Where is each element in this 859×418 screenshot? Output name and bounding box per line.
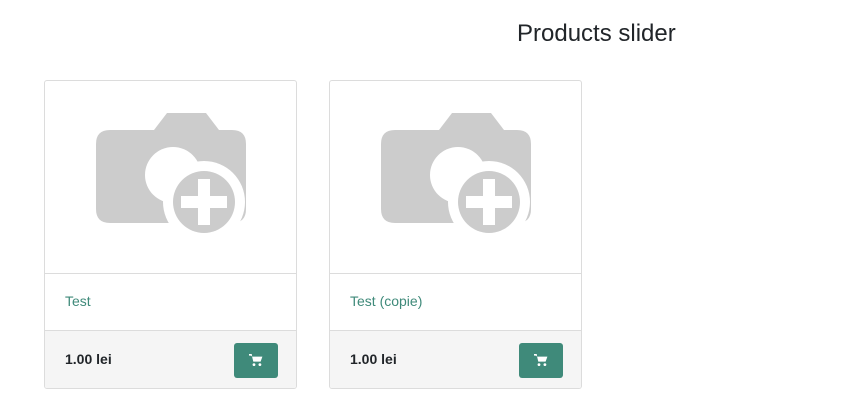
product-name-area: Test (copie) — [330, 273, 581, 330]
section-title: Products slider — [517, 20, 676, 47]
product-image[interactable] — [330, 81, 581, 273]
product-name-area: Test — [45, 273, 296, 330]
product-footer: 1.00 lei — [45, 330, 296, 388]
product-name-link[interactable]: Test — [65, 293, 91, 309]
products-slider-section: Products slider Test 1.00 lei Test (copi… — [0, 0, 859, 418]
camera-plus-placeholder-icon — [380, 113, 531, 243]
add-to-cart-button[interactable] — [234, 343, 278, 378]
product-footer: 1.00 lei — [330, 330, 581, 388]
product-image[interactable] — [45, 81, 296, 273]
product-price: 1.00 lei — [65, 351, 112, 367]
product-card: Test (copie) 1.00 lei — [329, 80, 582, 389]
product-name-link[interactable]: Test (copie) — [350, 293, 422, 309]
add-to-cart-button[interactable] — [519, 343, 563, 378]
product-price: 1.00 lei — [350, 351, 397, 367]
product-card: Test 1.00 lei — [44, 80, 297, 389]
camera-plus-placeholder-icon — [95, 113, 246, 243]
shopping-cart-icon — [249, 354, 263, 366]
shopping-cart-icon — [534, 354, 548, 366]
